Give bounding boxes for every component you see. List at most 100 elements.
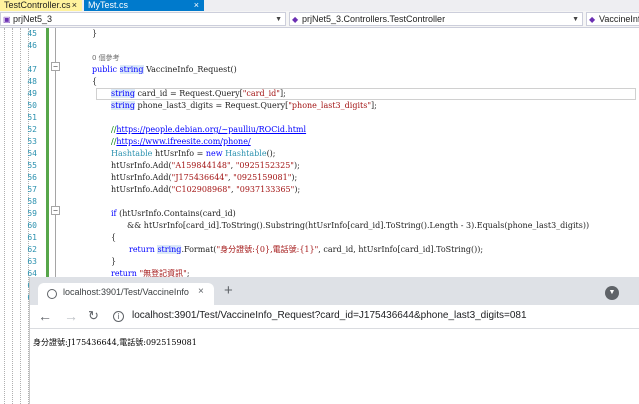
code-line[interactable]: 59 if (htUsrInfo.Contains(card_id) <box>0 208 639 220</box>
line-number: 56 <box>27 173 37 182</box>
browser-toolbar: ← → ↻ i localhost:3901/Test/VaccineInfo_… <box>30 305 639 329</box>
code-line[interactable]: 63} <box>0 256 639 268</box>
code-token: , card_id, htUsrInfo[card_id].ToString()… <box>318 245 484 254</box>
code-token: { <box>111 233 117 242</box>
code-token: Hashtable <box>111 149 153 158</box>
tab-close-icon[interactable]: × <box>72 0 77 11</box>
line-number: 62 <box>27 245 37 254</box>
code-text: string card_id = Request.Query["card_id"… <box>111 88 286 100</box>
code-text: if (htUsrInfo.Contains(card_id) <box>111 208 236 220</box>
code-token: ); <box>294 185 301 194</box>
code-token: htUsrInfo.Add( <box>111 161 172 170</box>
code-line[interactable]: 49 string card_id = Request.Query["card_i… <box>0 88 639 100</box>
code-token: string <box>111 89 135 98</box>
code-line[interactable]: 56 htUsrInfo.Add("J175436644", "092515908… <box>0 172 639 184</box>
member-label: VaccineInfo_ <box>599 14 639 24</box>
code-line[interactable]: 53 //https://www.ifreesite.com/phone/ <box>0 136 639 148</box>
code-line[interactable]: 55 htUsrInfo.Add("A159844148", "092515232… <box>0 160 639 172</box>
code-line[interactable]: 48 { <box>0 76 639 88</box>
code-text: Hashtable htUsrInfo = new Hashtable(); <box>111 148 276 160</box>
close-icon[interactable]: × <box>198 286 204 297</box>
method-icon: ◆ <box>589 15 596 24</box>
code-token: ); <box>291 173 298 182</box>
address-bar[interactable]: i localhost:3901/Test/VaccineInfo_Reques… <box>108 307 633 327</box>
line-number: 54 <box>27 149 37 158</box>
browser-tab[interactable]: localhost:3901/Test/VaccineInfo × <box>38 283 214 305</box>
line-number: 49 <box>27 89 37 98</box>
project-dropdown[interactable]: ▣ prjNet5_3 ▼ <box>0 12 286 26</box>
code-text: } <box>92 28 97 40</box>
code-line[interactable]: 50 string phone_last3_digits = Request.Qu… <box>0 100 639 112</box>
code-line[interactable]: 46 <box>0 40 639 52</box>
new-tab-button[interactable]: + <box>224 283 233 298</box>
line-number: 45 <box>27 29 37 38</box>
member-dropdown[interactable]: ◆ VaccineInfo_ <box>586 12 639 26</box>
code-token: 0 個參考 <box>92 54 120 62</box>
code-line[interactable]: 45} <box>0 28 639 40</box>
code-token: public <box>92 65 120 74</box>
code-line[interactable]: 60 && htUsrInfo[card_id].ToString().Subst… <box>0 220 639 232</box>
code-token: string <box>157 245 182 254</box>
code-token: htUsrInfo = <box>152 149 206 158</box>
response-text: 身分證號:J175436644,電話號:0925159081 <box>33 338 197 347</box>
browser-tab-strip: localhost:3901/Test/VaccineInfo × + ▼ <box>30 277 639 305</box>
code-token: string <box>119 65 144 74</box>
code-text: htUsrInfo.Add("J175436644", "0925159081"… <box>111 172 297 184</box>
code-text: 0 個參考 <box>92 52 120 64</box>
editor-tab-bar: TestController.cs × MyTest.cs × <box>0 0 639 11</box>
tab-search-icon[interactable]: ▼ <box>605 286 619 300</box>
code-token: "0925159081" <box>233 173 292 182</box>
code-token: } <box>92 29 98 38</box>
navigation-bar: ▣ prjNet5_3 ▼ ◆ prjNet5_3.Controllers.Te… <box>0 11 639 28</box>
code-text: //https://people.debian.org/~paulliu/ROC… <box>111 124 306 136</box>
reload-button[interactable]: ↻ <box>88 308 99 324</box>
code-token: "0937133365" <box>236 185 295 194</box>
class-dropdown[interactable]: ◆ prjNet5_3.Controllers.TestController ▼ <box>289 12 583 26</box>
code-text: htUsrInfo.Add("C102908968", "0937133365"… <box>111 184 300 196</box>
code-line[interactable]: 58 <box>0 196 639 208</box>
tab-label: MyTest.cs <box>88 0 129 10</box>
tab-close-icon[interactable]: × <box>194 0 199 11</box>
line-number: 59 <box>27 209 37 218</box>
code-token: new <box>205 149 223 158</box>
code-token: && htUsrInfo[card_id].ToString().Substri… <box>127 221 590 230</box>
code-line[interactable]: 47 public string VaccineInfo_Request() <box>0 64 639 76</box>
code-token: card_id = Request.Query[ <box>134 89 243 98</box>
code-line[interactable]: 61 { <box>0 232 639 244</box>
code-line[interactable]: 0 個參考 <box>0 52 639 64</box>
forward-button[interactable]: → <box>64 308 78 324</box>
line-number: 63 <box>27 257 37 266</box>
code-line[interactable]: 52 //https://people.debian.org/~paulliu/R… <box>0 124 639 136</box>
code-line[interactable]: 51 <box>0 112 639 124</box>
line-number: 52 <box>27 125 37 134</box>
code-token: https://people.debian.org/~paulliu/ROCid… <box>116 125 307 134</box>
line-number: 47 <box>27 65 37 74</box>
code-line[interactable]: 54 Hashtable htUsrInfo = new Hashtable(); <box>0 148 639 160</box>
code-token: ); <box>293 161 300 170</box>
url-text[interactable]: localhost:3901/Test/VaccineInfo_Request?… <box>132 310 527 321</box>
code-token: } <box>111 257 117 266</box>
line-number: 50 <box>27 101 37 110</box>
code-token: "card_id" <box>242 89 280 98</box>
code-line[interactable]: 62 return string.Format("身分證號:{0},電話號:{1}… <box>0 244 639 256</box>
code-token: ]; <box>371 101 377 110</box>
info-icon[interactable]: i <box>113 311 124 322</box>
code-line[interactable]: 57 htUsrInfo.Add("C102908968", "093713336… <box>0 184 639 196</box>
back-button[interactable]: ← <box>38 308 52 324</box>
line-number: 57 <box>27 185 37 194</box>
browser-tab-title: localhost:3901/Test/VaccineInfo <box>63 287 189 297</box>
code-text: public string VaccineInfo_Request() <box>92 64 237 76</box>
code-token: "0925152325" <box>235 161 294 170</box>
tab-testcontroller[interactable]: TestController.cs × <box>0 0 82 11</box>
code-token: https://www.ifreesite.com/phone/ <box>116 137 251 146</box>
code-token: return <box>129 245 155 254</box>
code-text: string phone_last3_digits = Request.Quer… <box>111 100 377 112</box>
tab-label: TestController.cs <box>4 0 71 10</box>
code-text: { <box>111 232 116 244</box>
code-token: "phone_last3_digits" <box>288 101 372 110</box>
page-content: 身分證號:J175436644,電話號:0925159081 <box>30 330 639 404</box>
code-text: return string.Format("身分證號:{0},電話號:{1}",… <box>129 244 483 256</box>
class-label: prjNet5_3.Controllers.TestController <box>302 14 446 24</box>
tab-mytest[interactable]: MyTest.cs × <box>84 0 204 11</box>
code-token: "C102908968" <box>171 185 231 194</box>
